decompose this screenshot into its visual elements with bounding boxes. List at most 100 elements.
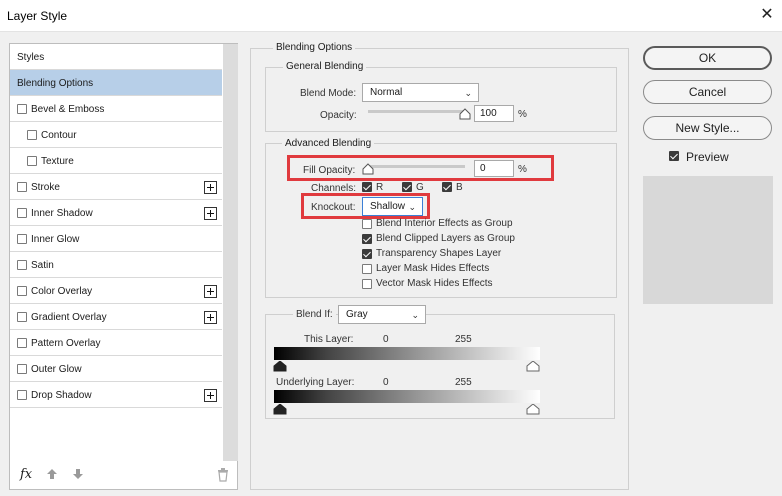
style-checkbox[interactable] <box>17 312 27 322</box>
style-item[interactable]: Inner Glow <box>10 226 222 252</box>
this-layer-white-slider[interactable] <box>526 361 540 372</box>
style-checkbox[interactable] <box>17 364 27 374</box>
blend-if-group <box>265 314 615 419</box>
underlying-layer-black-slider[interactable] <box>273 404 287 415</box>
style-checkbox[interactable] <box>17 104 27 114</box>
arrow-up-icon[interactable] <box>46 468 58 480</box>
opacity-unit: % <box>518 109 527 120</box>
advanced-option-label: Blend Clipped Layers as Group <box>376 233 515 244</box>
add-style-icon[interactable] <box>204 207 217 220</box>
this-layer-gradient <box>274 347 540 360</box>
new-style-button[interactable]: New Style... <box>643 116 772 140</box>
underlying-layer-white-slider[interactable] <box>526 404 540 415</box>
style-checkbox[interactable] <box>27 130 37 140</box>
chevron-down-icon: ⌄ <box>464 88 472 98</box>
advanced-blending-title: Advanced Blending <box>282 138 375 149</box>
style-item-label: Bevel & Emboss <box>31 104 105 115</box>
style-item-label: Blending Options <box>17 78 94 89</box>
style-checkbox[interactable] <box>17 234 27 244</box>
style-checkbox[interactable] <box>17 208 27 218</box>
ok-button[interactable]: OK <box>643 46 772 70</box>
style-item[interactable]: Blending Options <box>10 70 222 96</box>
underlying-layer-gradient <box>274 390 540 403</box>
preview-checkbox[interactable] <box>669 151 679 161</box>
advanced-option-checkbox[interactable] <box>362 249 372 259</box>
style-item[interactable]: Texture <box>10 148 222 174</box>
opacity-label: Opacity: <box>320 110 357 121</box>
style-item-label: Inner Shadow <box>31 208 93 219</box>
add-style-icon[interactable] <box>204 389 217 402</box>
blending-options-title: Blending Options <box>273 42 356 53</box>
style-item-label: Color Overlay <box>31 286 93 297</box>
style-item-label: Inner Glow <box>31 234 80 245</box>
this-layer-min: 0 <box>383 334 389 345</box>
style-checkbox[interactable] <box>17 286 27 296</box>
add-style-icon[interactable] <box>204 311 217 324</box>
advanced-option-checkbox[interactable] <box>362 264 372 274</box>
underlying-layer-label: Underlying Layer: <box>276 377 355 388</box>
advanced-option-label: Blend Interior Effects as Group <box>376 218 513 229</box>
window-title: Layer Style <box>7 9 68 23</box>
arrow-down-icon[interactable] <box>72 468 84 480</box>
style-checkbox[interactable] <box>17 338 27 348</box>
blend-mode-value: Normal <box>370 87 403 98</box>
this-layer-black-slider[interactable] <box>273 361 287 372</box>
underlying-layer-max: 255 <box>455 377 472 388</box>
this-layer-max: 255 <box>455 334 472 345</box>
style-item-label: Satin <box>31 260 54 271</box>
add-style-icon[interactable] <box>204 181 217 194</box>
advanced-option-checkbox[interactable] <box>362 234 372 244</box>
channel-checkbox[interactable] <box>402 182 412 192</box>
add-style-icon[interactable] <box>204 285 217 298</box>
style-item-label: Gradient Overlay <box>31 312 107 323</box>
style-checkbox[interactable] <box>17 260 27 270</box>
style-item[interactable]: Contour <box>10 122 222 148</box>
opacity-slider-track[interactable] <box>368 110 465 113</box>
trash-icon[interactable] <box>217 468 229 482</box>
style-checkbox[interactable] <box>17 182 27 192</box>
blend-mode-label: Blend Mode: <box>300 88 357 99</box>
advanced-option-label: Transparency Shapes Layer <box>376 248 502 259</box>
fx-icon[interactable]: fx <box>20 467 32 482</box>
opacity-slider-thumb[interactable] <box>459 108 471 120</box>
channel-label: B <box>456 182 463 193</box>
blend-if-label: Blend If: <box>293 309 336 320</box>
style-item-label: Outer Glow <box>31 364 82 375</box>
underlying-layer-min: 0 <box>383 377 389 388</box>
knockout-highlight <box>301 193 430 219</box>
preview-label: Preview <box>686 150 729 164</box>
fill-opacity-highlight <box>287 155 554 181</box>
channel-checkbox[interactable] <box>442 182 452 192</box>
style-item[interactable]: Pattern Overlay <box>10 330 222 356</box>
styles-header-label: Styles <box>17 52 45 63</box>
styles-footer: fx <box>10 462 237 489</box>
style-item[interactable]: Stroke <box>10 174 222 200</box>
styles-scrollbar[interactable] <box>223 44 238 461</box>
advanced-option-label: Vector Mask Hides Effects <box>376 278 493 289</box>
style-item[interactable]: Bevel & Emboss <box>10 96 222 122</box>
blend-mode-dropdown[interactable]: Normal ⌄ <box>362 83 479 102</box>
style-item[interactable]: Gradient Overlay <box>10 304 222 330</box>
chevron-down-icon: ⌄ <box>411 310 419 320</box>
advanced-option-checkbox[interactable] <box>362 279 372 289</box>
close-icon[interactable]: ✕ <box>756 4 778 26</box>
title-bar <box>0 0 782 32</box>
style-item[interactable]: Inner Shadow <box>10 200 222 226</box>
style-item-label: Stroke <box>31 182 60 193</box>
opacity-input[interactable]: 100 <box>474 105 514 122</box>
advanced-option-checkbox[interactable] <box>362 219 372 229</box>
general-blending-title: General Blending <box>283 61 367 72</box>
style-item[interactable]: Drop Shadow <box>10 382 222 408</box>
this-layer-label: This Layer: <box>304 334 354 345</box>
styles-header[interactable]: Styles <box>10 44 222 70</box>
style-item[interactable]: Satin <box>10 252 222 278</box>
style-checkbox[interactable] <box>27 156 37 166</box>
channel-label: G <box>416 182 424 193</box>
channel-checkbox[interactable] <box>362 182 372 192</box>
cancel-button[interactable]: Cancel <box>643 80 772 104</box>
blend-if-dropdown[interactable]: Gray ⌄ <box>338 305 426 324</box>
style-checkbox[interactable] <box>17 390 27 400</box>
blend-if-value: Gray <box>346 309 368 320</box>
style-item[interactable]: Outer Glow <box>10 356 222 382</box>
style-item[interactable]: Color Overlay <box>10 278 222 304</box>
